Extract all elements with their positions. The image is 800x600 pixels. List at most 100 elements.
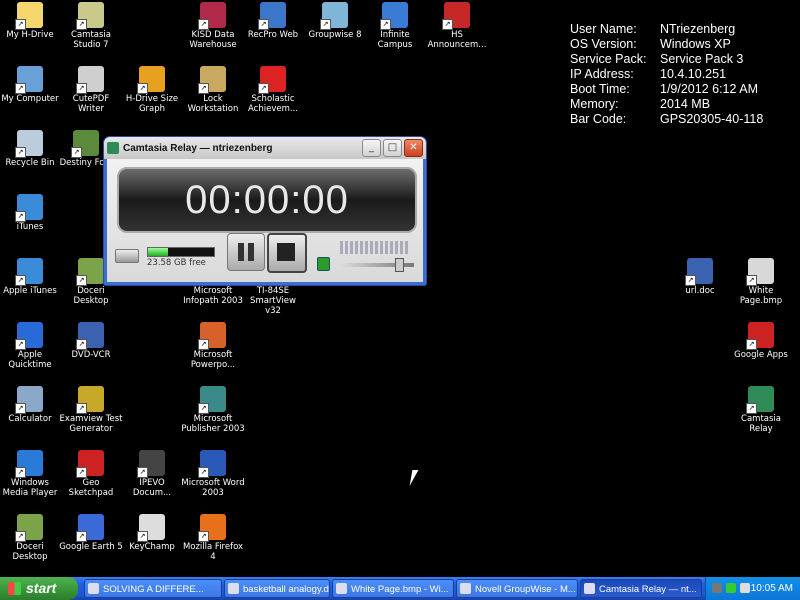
mouse-cursor-icon xyxy=(409,470,419,486)
taskbar-button-label: Camtasia Relay — nt... xyxy=(599,584,697,595)
shortcut-arrow-icon: ↗ xyxy=(258,83,269,94)
camtasia-relay-window[interactable]: Camtasia Relay — ntriezenberg _ □ ✕ 00:0… xyxy=(104,137,426,285)
desktop-shortcut[interactable]: ↗ Microsoft Publisher 2003 xyxy=(181,386,245,434)
desktop-shortcut[interactable]: ↗ Apple Quicktime xyxy=(0,322,62,370)
desktop-shortcut-label: Windows Media Player xyxy=(2,478,58,498)
start-button[interactable]: start xyxy=(0,577,78,600)
shortcut-icon: ↗ xyxy=(258,2,286,30)
level-bar xyxy=(355,241,358,254)
shortcut-arrow-icon: ↗ xyxy=(76,403,87,414)
groupwise-icon xyxy=(460,583,471,594)
system-tray: 10:05 AM xyxy=(705,577,800,600)
desktop-shortcut[interactable]: ↗ CutePDF Writer xyxy=(59,66,123,114)
shortcut-arrow-icon: ↗ xyxy=(15,19,26,30)
desktop-shortcut[interactable]: ↗ Lock Workstation xyxy=(181,66,245,114)
shortcut-arrow-icon: ↗ xyxy=(746,275,757,286)
taskbar-button-active[interactable]: Camtasia Relay — nt... xyxy=(580,579,702,598)
desktop-shortcut[interactable]: ↗ Google Earth 5 xyxy=(59,514,123,552)
desktop-shortcut[interactable]: ↗ H-Drive Size Graph xyxy=(120,66,184,114)
desktop-shortcut[interactable]: ↗ url.doc xyxy=(668,258,732,296)
desktop-shortcut-label: My Computer xyxy=(1,94,59,104)
taskbar-button[interactable]: basketball analogy.d... xyxy=(224,579,330,598)
shortcut-arrow-icon: ↗ xyxy=(15,403,26,414)
desktop-shortcut[interactable]: ↗ Camtasia Relay xyxy=(729,386,793,434)
shortcut-icon: ↗ xyxy=(198,322,226,350)
stop-icon xyxy=(277,243,295,261)
volume-slider[interactable] xyxy=(340,258,414,272)
volume-slider-knob[interactable] xyxy=(395,258,405,272)
shortcut-icon: ↗ xyxy=(76,2,104,30)
shortcut-icon: ↗ xyxy=(198,66,226,94)
desktop-shortcut-label: Apple iTunes xyxy=(3,286,57,296)
tray-arrow-icon[interactable] xyxy=(712,583,722,593)
level-bar xyxy=(365,241,368,254)
desktop-shortcut[interactable]: ↗ Calculator xyxy=(0,386,62,424)
maximize-button[interactable]: □ xyxy=(383,139,402,157)
taskbar-button-label: SOLVING A DIFFERE... xyxy=(103,584,204,595)
desktop-shortcut[interactable]: ↗ My Computer xyxy=(0,66,62,104)
level-bar xyxy=(360,241,363,254)
shortcut-icon: ↗ xyxy=(320,2,348,30)
desktop-shortcut-label: KISD Data Warehouse xyxy=(189,30,237,50)
desktop-shortcut-label: Lock Workstation xyxy=(187,94,239,114)
desktop-shortcut[interactable]: ↗ iTunes xyxy=(0,194,62,232)
taskbar-button[interactable]: White Page.bmp - Wi... xyxy=(332,579,454,598)
desktop-shortcut[interactable]: ↗ IPEVO Docum... xyxy=(120,450,184,498)
desktop-shortcut[interactable]: ↗ KeyChamp xyxy=(120,514,184,552)
minimize-button[interactable]: _ xyxy=(362,139,381,157)
window-titlebar[interactable]: Camtasia Relay — ntriezenberg _ □ ✕ xyxy=(104,137,426,159)
desktop-shortcut-label: KeyChamp xyxy=(129,542,175,552)
shortcut-icon: ↗ xyxy=(76,386,104,414)
sysinfo-value: 10.4.10.251 xyxy=(660,67,727,81)
desktop-shortcut[interactable]: ↗ My H-Drive xyxy=(0,2,62,40)
level-bar xyxy=(345,241,348,254)
desktop-shortcut[interactable]: ↗ Groupwise 8 xyxy=(303,2,367,40)
sysinfo-row: User Name: NTriezenberg xyxy=(570,22,763,37)
close-button[interactable]: ✕ xyxy=(404,139,423,157)
desktop-shortcut[interactable]: ↗ Scholastic Achievem... xyxy=(241,66,305,114)
shortcut-icon: ↗ xyxy=(15,514,43,542)
shortcut-arrow-icon: ↗ xyxy=(15,147,26,158)
desktop-shortcut-label: Google Apps xyxy=(734,350,788,360)
shortcut-arrow-icon: ↗ xyxy=(71,147,82,158)
clock[interactable]: 10:05 AM xyxy=(751,577,793,600)
desktop-shortcut[interactable]: ↗ Camtasia Studio 7 xyxy=(59,2,123,50)
shortcut-icon: ↗ xyxy=(746,322,774,350)
desktop-shortcut[interactable]: ↗ Microsoft Word 2003 xyxy=(181,450,245,498)
desktop-shortcut[interactable]: ↗ DVD-VCR xyxy=(59,322,123,360)
shortcut-arrow-icon: ↗ xyxy=(198,19,209,30)
sysinfo-row: Memory: 2014 MB xyxy=(570,97,763,112)
desktop-shortcut-label: Calculator xyxy=(8,414,52,424)
taskbar-button[interactable]: SOLVING A DIFFERE... xyxy=(84,579,222,598)
desktop-shortcut[interactable]: ↗ Doceri Desktop xyxy=(0,514,62,562)
shortcut-arrow-icon: ↗ xyxy=(746,339,757,350)
desktop-shortcut[interactable]: ↗ Recycle Bin xyxy=(0,130,62,168)
desktop-shortcut-label: Google Earth 5 xyxy=(59,542,123,552)
microphone-icon[interactable] xyxy=(317,257,330,271)
shortcut-arrow-icon: ↗ xyxy=(685,275,696,286)
stop-button[interactable] xyxy=(267,233,307,273)
desktop-shortcut[interactable]: ↗ Infinite Campus xyxy=(363,2,427,50)
taskbar-button[interactable]: Novell GroupWise - M... xyxy=(456,579,578,598)
desktop-shortcut[interactable]: ↗ KISD Data Warehouse xyxy=(181,2,245,50)
tray-app-icon[interactable] xyxy=(740,583,750,593)
desktop-shortcut[interactable]: ↗ White Page.bmp xyxy=(729,258,793,306)
tray-app-icon[interactable] xyxy=(726,583,736,593)
desktop-shortcut[interactable]: ↗ Microsoft Powerpo... xyxy=(181,322,245,370)
desktop-shortcut[interactable]: ↗ HS Announcem... xyxy=(425,2,489,50)
sysinfo-key: Service Pack: xyxy=(570,52,647,66)
desktop-shortcut-label: Microsoft Publisher 2003 xyxy=(181,414,245,434)
desktop-shortcut[interactable]: ↗ Examview Test Generator xyxy=(59,386,123,434)
pause-button[interactable] xyxy=(227,233,265,271)
desktop-shortcut[interactable]: ↗ Windows Media Player xyxy=(0,450,62,498)
desktop-shortcut[interactable]: ↗ Google Apps xyxy=(729,322,793,360)
level-bar xyxy=(375,241,378,254)
desktop-shortcut[interactable]: ↗ Geo Sketchpad xyxy=(59,450,123,498)
desktop-shortcut-label: Scholastic Achievem... xyxy=(248,94,298,114)
shortcut-icon: ↗ xyxy=(76,322,104,350)
level-bar xyxy=(370,241,373,254)
desktop-shortcut-label: HS Announcem... xyxy=(427,30,487,50)
desktop-shortcut[interactable]: ↗ Mozilla Firefox 4 xyxy=(181,514,245,562)
desktop-shortcut[interactable]: ↗ Apple iTunes xyxy=(0,258,62,296)
desktop-shortcut[interactable]: ↗ RecPro Web xyxy=(241,2,305,40)
